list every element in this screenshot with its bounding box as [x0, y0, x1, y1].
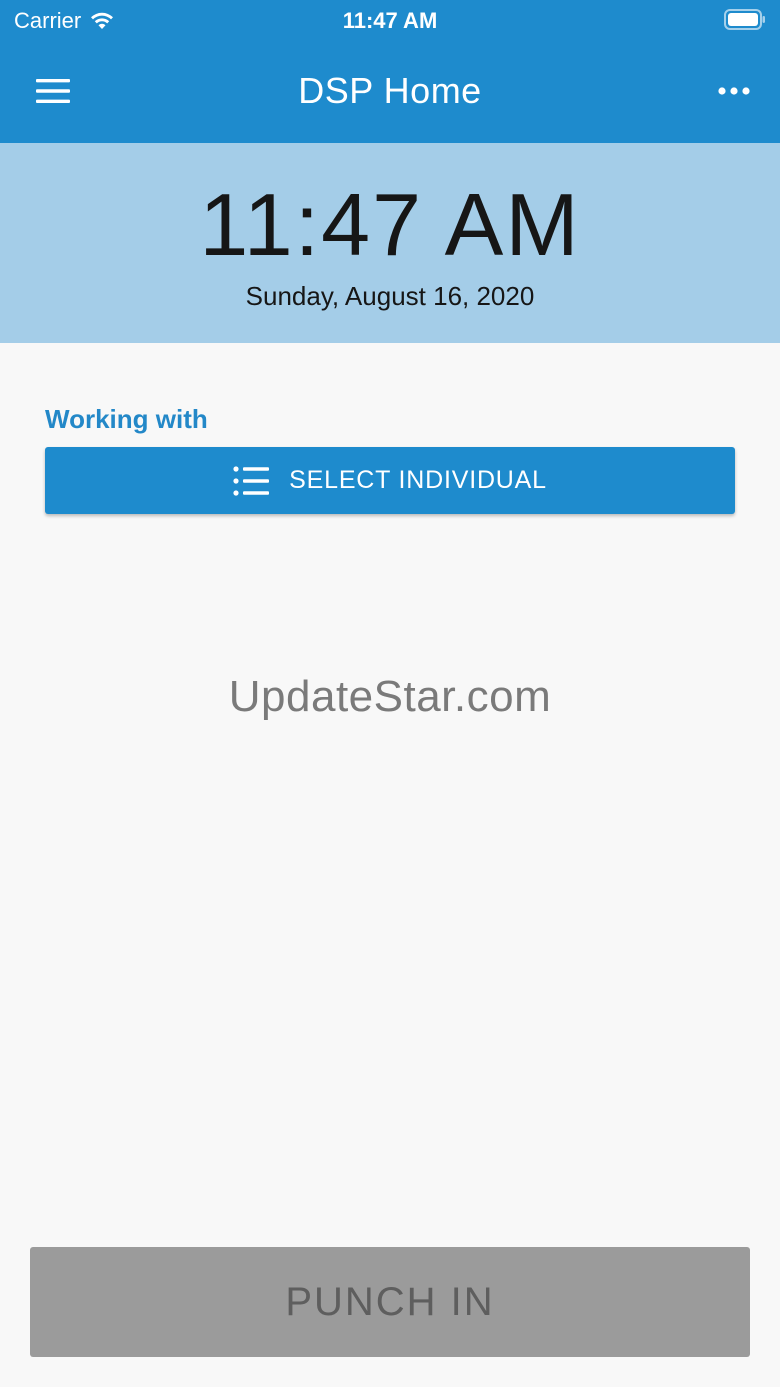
list-icon	[233, 465, 270, 496]
app-bar: DSP Home	[0, 40, 780, 143]
clock-date: Sunday, August 16, 2020	[245, 281, 535, 311]
status-time: 11:47 AM	[342, 8, 438, 33]
app-screen: Carrier 11:47 AM DSP Home 11:47 AM Sunda…	[0, 0, 780, 1387]
status-bar: Carrier 11:47 AM	[0, 0, 780, 40]
battery-icon	[724, 9, 766, 30]
select-individual-label: SELECT INDIVIDUAL	[289, 466, 547, 494]
punch-in-button[interactable]: PUNCH IN	[30, 1247, 750, 1357]
working-with-label: Working with	[45, 404, 208, 434]
select-individual-button[interactable]: SELECT INDIVIDUAL	[45, 447, 735, 514]
clock-time: 11:47 AM	[199, 175, 581, 274]
more-horizontal-icon[interactable]	[718, 84, 750, 98]
punch-in-label: PUNCH IN	[285, 1279, 495, 1324]
page-title: DSP Home	[298, 70, 482, 111]
watermark-text: UpdateStar.com	[228, 672, 552, 721]
clock-panel: 11:47 AM Sunday, August 16, 2020	[0, 143, 780, 343]
